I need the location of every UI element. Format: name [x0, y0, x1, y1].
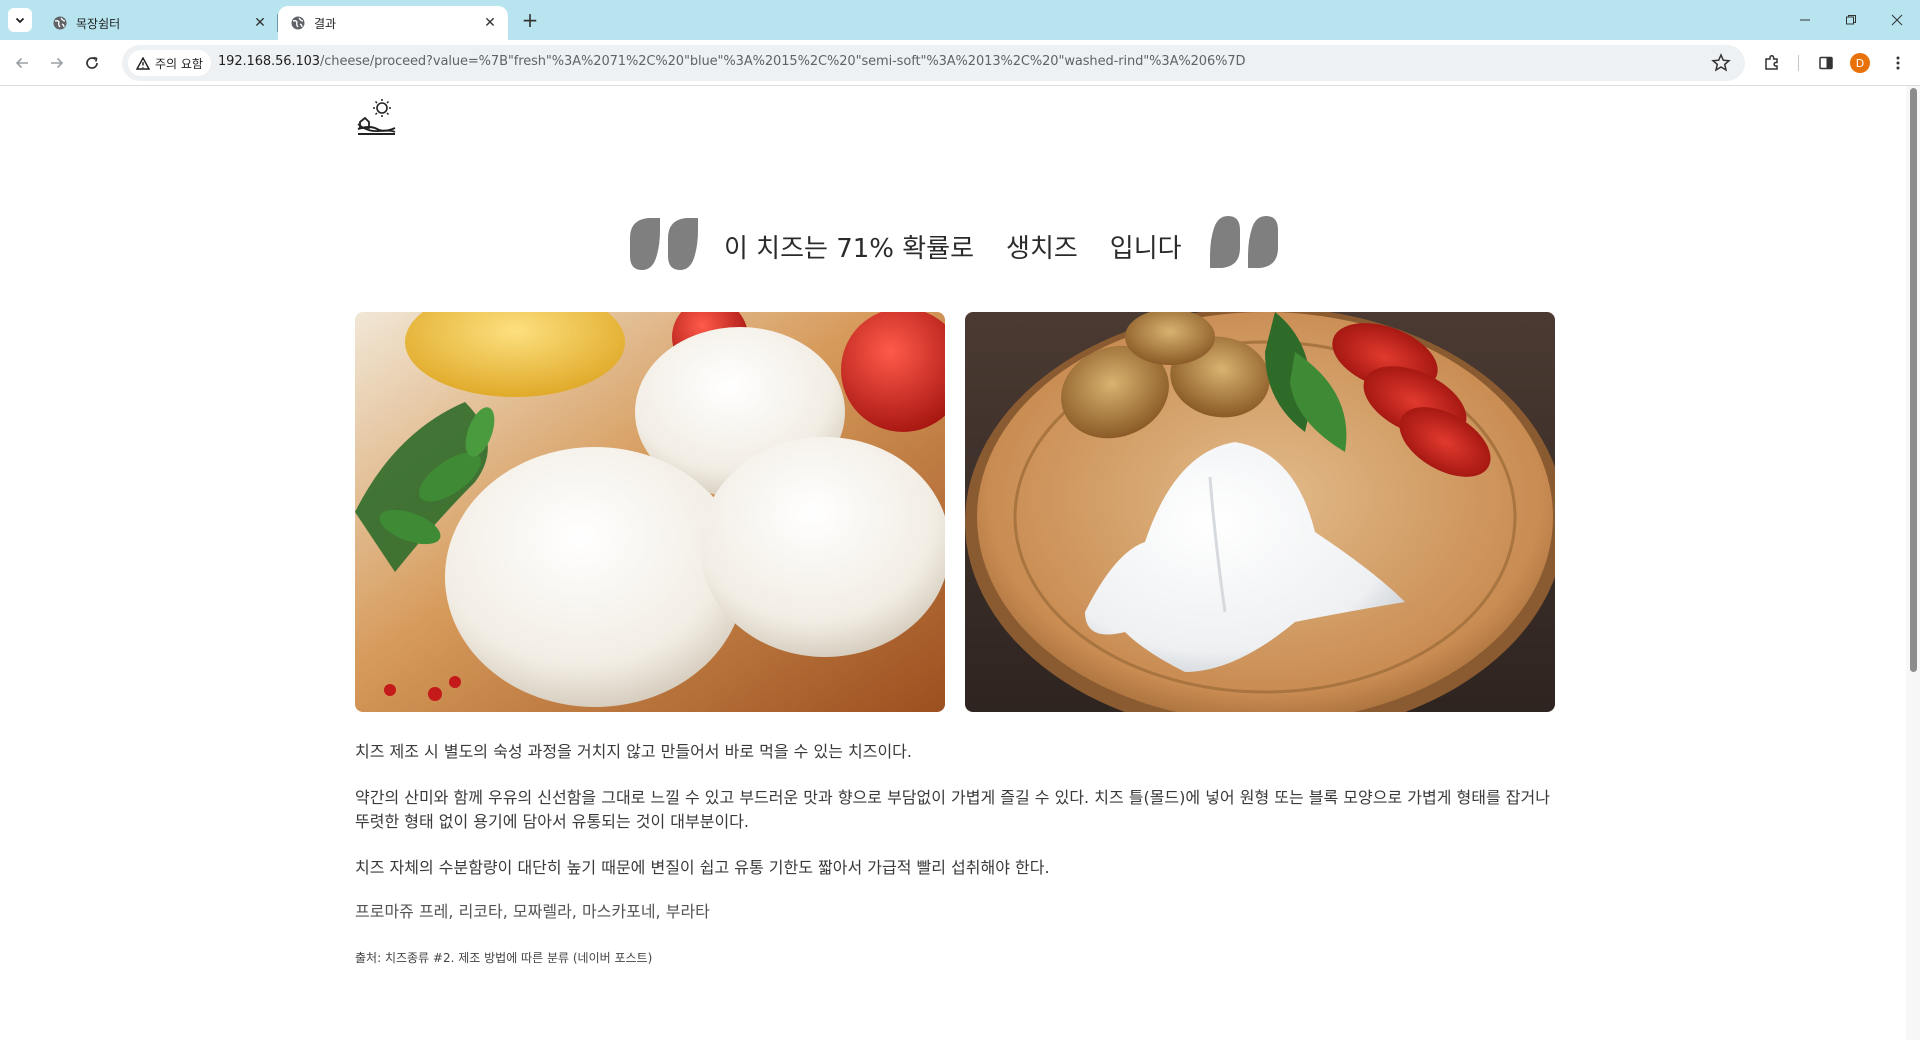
- warning-icon: [136, 56, 150, 70]
- result-headline: 이 치즈는 71% 확률로 생치즈 입니다: [628, 216, 1282, 272]
- page-viewport: 이 치즈는 71% 확률로 생치즈 입니다 치즈 제조 시 별도의 숙성 과정을…: [0, 86, 1906, 1040]
- reload-icon: [86, 56, 98, 69]
- cheese-type-label: 생치즈: [988, 228, 1096, 265]
- headline-text: 이 치즈는 71% 확률로 생치즈 입니다: [724, 228, 1182, 265]
- cheese-description: 치즈 제조 시 별도의 숙성 과정을 거치지 않고 만들어서 바로 먹을 수 있…: [355, 740, 1555, 992]
- tab-search-button[interactable]: [8, 8, 32, 32]
- headline-suffix: 입니다: [1109, 234, 1182, 264]
- forward-button[interactable]: [43, 49, 71, 77]
- url-host: 192.168.56.103: [218, 54, 320, 69]
- profile-button[interactable]: D: [1846, 49, 1874, 77]
- kebab-menu-icon: [1896, 56, 1900, 70]
- security-chip-label: 주의 요함: [155, 56, 203, 71]
- puzzle-icon: [1765, 54, 1778, 70]
- open-quote-icon: [630, 218, 698, 270]
- extensions-button[interactable]: [1758, 49, 1786, 77]
- url-text[interactable]: 192.168.56.103/cheese/proceed?value=%7B"…: [218, 54, 1246, 69]
- description-paragraph-3: 치즈 자체의 수분함량이 대단히 높기 때문에 변질이 쉽고 유통 기한도 짧아…: [355, 858, 1050, 877]
- browser-toolbar: 주의 요함 192.168.56.103/cheese/proceed?valu…: [0, 40, 1920, 86]
- arrow-right-icon: [51, 57, 64, 69]
- tab-title: 목장쉼터: [76, 16, 121, 31]
- avatar: D: [1850, 53, 1870, 73]
- close-quote-icon: [1210, 216, 1278, 268]
- globe-icon: [291, 16, 305, 30]
- security-chip[interactable]: 주의 요함: [128, 50, 211, 76]
- description-paragraph-2: 약간의 산미와 함께 우유의 신선함을 그대로 느낄 수 있고 부드러운 맛과 …: [355, 788, 1550, 831]
- page-scrollbar[interactable]: [1906, 86, 1920, 1040]
- tab-mokjang[interactable]: 목장쉼터 ✕: [40, 6, 278, 40]
- headline-prefix: 이 치즈는 71% 확률로: [724, 234, 975, 264]
- restore-icon: [1846, 15, 1856, 25]
- description-paragraph-1: 치즈 제조 시 별도의 숙성 과정을 거치지 않고 만들어서 바로 먹을 수 있…: [355, 742, 912, 761]
- menu-button[interactable]: [1884, 49, 1912, 77]
- burrata-photo: [965, 312, 1555, 712]
- close-icon: [1891, 14, 1903, 26]
- source-citation: 출처: 치즈종류 #2. 제조 방법에 따른 분류 (네이버 포스트): [355, 951, 653, 965]
- tab-title: 결과: [314, 16, 337, 31]
- tab-result[interactable]: 결과 ✕: [278, 6, 508, 40]
- browser-tab-bar: 목장쉼터 ✕ 결과 ✕ +: [0, 0, 1920, 40]
- mozzarella-photo: [355, 312, 945, 712]
- toolbar-divider: [1798, 55, 1799, 71]
- address-bar[interactable]: 주의 요함 192.168.56.103/cheese/proceed?valu…: [122, 45, 1745, 81]
- minimize-icon: [1800, 19, 1810, 21]
- side-panel-button[interactable]: [1812, 49, 1840, 77]
- new-tab-button[interactable]: +: [518, 8, 542, 32]
- back-button[interactable]: [8, 49, 36, 77]
- scrollbar-thumb[interactable]: [1910, 88, 1917, 672]
- arrow-left-icon: [15, 57, 28, 69]
- farm-logo-icon[interactable]: [355, 98, 397, 138]
- cheese-examples: 프로마쥬 프레, 리코타, 모짜렐라, 마스카포네, 부라타: [355, 902, 710, 921]
- minimize-button[interactable]: [1782, 0, 1828, 40]
- restore-button[interactable]: [1828, 0, 1874, 40]
- side-panel-icon: [1819, 56, 1833, 70]
- close-tab-icon[interactable]: ✕: [252, 15, 268, 31]
- close-window-button[interactable]: [1874, 0, 1920, 40]
- globe-icon: [53, 16, 67, 30]
- chevron-down-icon: [15, 17, 25, 24]
- close-tab-icon[interactable]: ✕: [482, 15, 498, 31]
- reload-button[interactable]: [78, 49, 106, 77]
- url-path: /cheese/proceed?value=%7B"fresh"%3A%2071…: [319, 54, 1246, 69]
- cheese-photos: [355, 312, 1555, 712]
- bookmark-star-icon[interactable]: [1711, 53, 1731, 73]
